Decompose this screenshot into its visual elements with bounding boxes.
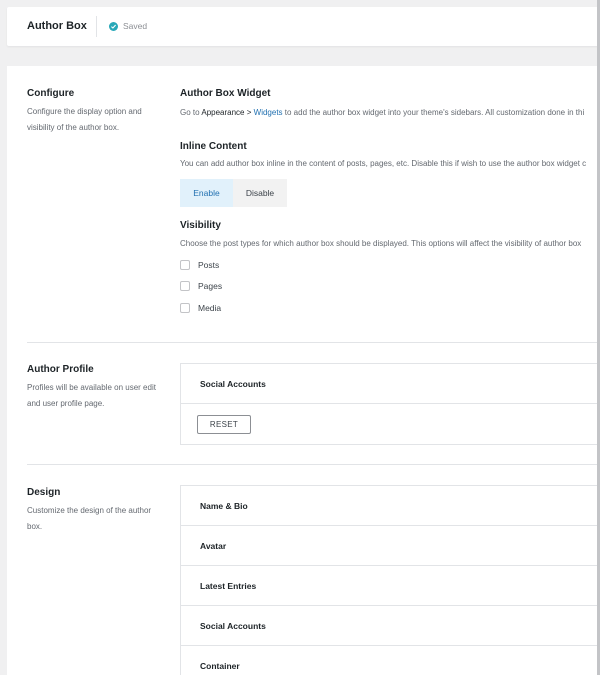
reset-row: RESET bbox=[181, 404, 600, 444]
top-bar: Author Box Saved bbox=[7, 7, 600, 46]
author-profile-description: Profiles will be available on user edit … bbox=[27, 380, 156, 412]
enable-button[interactable]: Enable bbox=[180, 179, 233, 207]
posts-label: Posts bbox=[198, 260, 220, 270]
design-description-line: Customize the design of the author bbox=[27, 506, 152, 515]
media-checkbox[interactable] bbox=[180, 303, 190, 313]
inline-content-toggle: Enable Disable bbox=[180, 179, 287, 207]
design-row-name-bio[interactable]: Name & Bio bbox=[181, 486, 600, 526]
save-status-text: Saved bbox=[123, 21, 148, 31]
settings-panel: Configure Configure the display option a… bbox=[7, 66, 600, 675]
posts-checkbox-row[interactable]: Posts bbox=[180, 260, 219, 270]
author-profile-description-line: and user profile page. bbox=[27, 399, 105, 408]
author-box-widget-description: Go to Appearance > Widgets to add the au… bbox=[180, 108, 584, 117]
author-box-widget-title: Author Box Widget bbox=[180, 88, 271, 99]
author-profile-title: Author Profile bbox=[27, 364, 94, 375]
configure-description-line: visibility of the author box. bbox=[27, 123, 120, 132]
disable-button[interactable]: Disable bbox=[233, 179, 287, 207]
pages-checkbox-row[interactable]: Pages bbox=[180, 281, 222, 291]
social-accounts-row[interactable]: Social Accounts bbox=[181, 364, 600, 404]
section-divider bbox=[27, 464, 600, 465]
widgets-link[interactable]: Widgets bbox=[254, 108, 283, 117]
design-row-container[interactable]: Container bbox=[181, 646, 600, 675]
configure-description-line: Configure the display option and bbox=[27, 107, 142, 116]
media-checkbox-row[interactable]: Media bbox=[180, 303, 221, 313]
design-row-social-accounts[interactable]: Social Accounts bbox=[181, 606, 600, 646]
posts-checkbox[interactable] bbox=[180, 260, 190, 270]
design-description-line: box. bbox=[27, 522, 43, 531]
configure-description: Configure the display option and visibil… bbox=[27, 104, 142, 136]
inline-content-description: You can add author box inline in the con… bbox=[180, 159, 587, 168]
widget-desc-suffix: to add the author box widget into your t… bbox=[282, 108, 585, 117]
design-title: Design bbox=[27, 487, 61, 498]
design-row-latest-entries[interactable]: Latest Entries bbox=[181, 566, 600, 606]
configure-title: Configure bbox=[27, 88, 75, 99]
design-card: Name & Bio Avatar Latest Entries Social … bbox=[180, 485, 600, 675]
inline-content-title: Inline Content bbox=[180, 141, 247, 152]
reset-button[interactable]: RESET bbox=[197, 414, 251, 434]
pages-label: Pages bbox=[198, 281, 223, 291]
author-profile-card: Social Accounts RESET bbox=[180, 363, 600, 445]
check-circle-icon bbox=[109, 21, 118, 31]
section-divider bbox=[27, 342, 600, 343]
author-profile-description-line: Profiles will be available on user edit bbox=[27, 383, 156, 392]
page-title: Author Box bbox=[27, 20, 87, 32]
breadcrumb-arrow: > bbox=[244, 108, 254, 117]
design-description: Customize the design of the author box. bbox=[27, 503, 151, 535]
design-row-avatar[interactable]: Avatar bbox=[181, 526, 600, 566]
header-divider bbox=[96, 16, 97, 37]
widget-desc-prefix: Go to bbox=[180, 108, 202, 117]
appearance-text: Appearance bbox=[201, 108, 245, 117]
visibility-title: Visibility bbox=[180, 220, 221, 231]
visibility-description: Choose the post types for which author b… bbox=[180, 239, 582, 248]
pages-checkbox[interactable] bbox=[180, 281, 190, 291]
save-status: Saved bbox=[109, 21, 147, 31]
media-label: Media bbox=[198, 303, 222, 313]
